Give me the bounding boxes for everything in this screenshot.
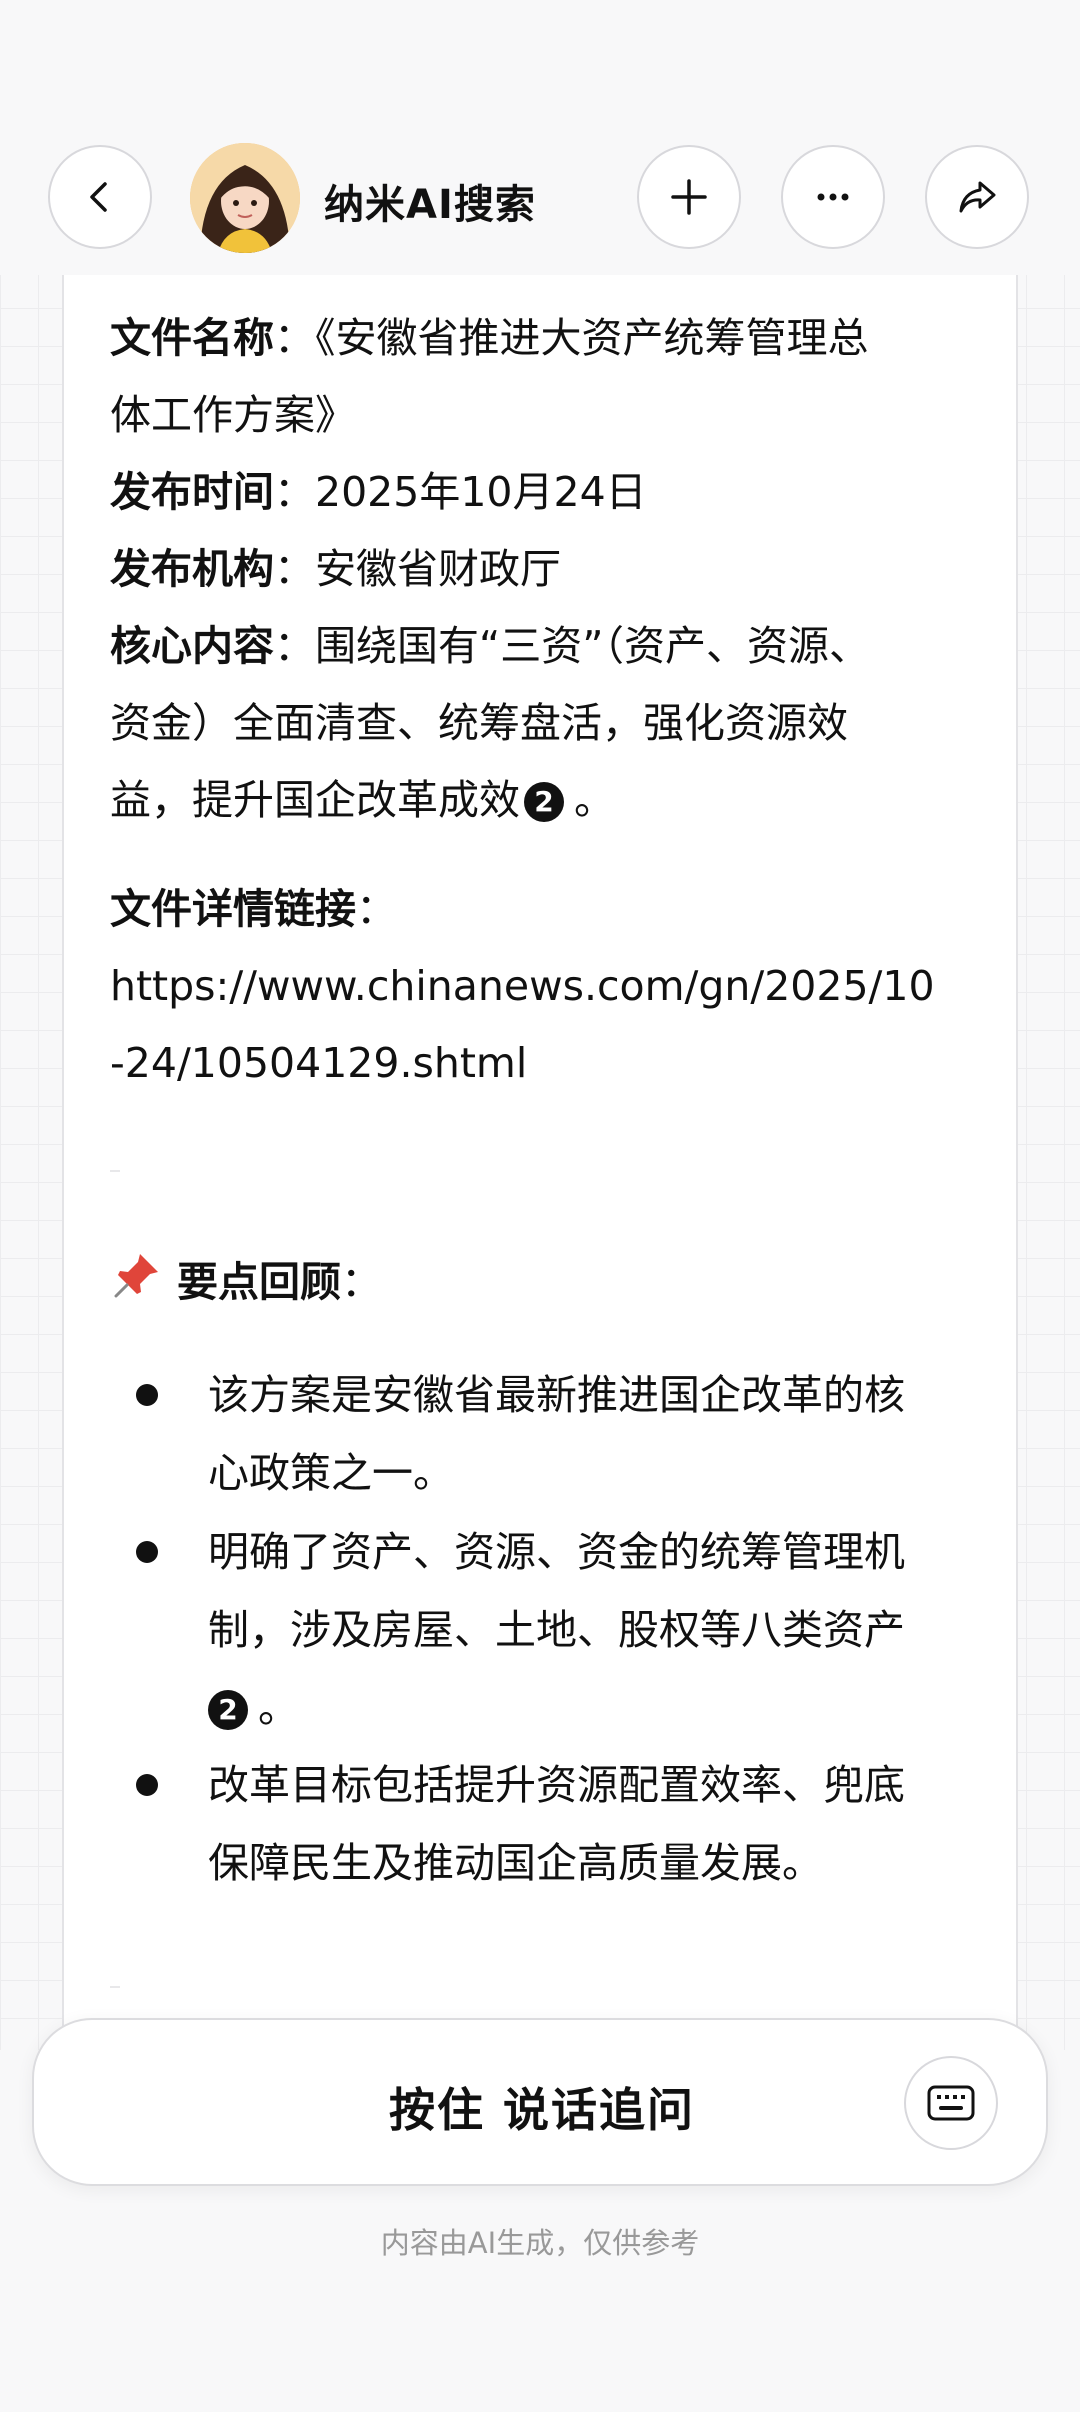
doc-core-value-cont: 资金）全面清查、统筹盘活，强化资源效 <box>110 699 848 747</box>
doc-link-label: 文件详情链接 <box>110 885 356 933</box>
doc-core-value-end: 益，提升国企改革成效 <box>110 776 520 824</box>
keyboard-toggle-button[interactable] <box>904 2056 998 2150</box>
doc-link-url[interactable]: https://www.chinanews.com/gn/2025/10 <box>110 962 935 1010</box>
list-item-text: 明确了资产、资源、资金的统筹管理机 <box>208 1528 905 1576</box>
chevron-left-icon <box>90 182 107 212</box>
summary-colon: ： <box>341 1258 383 1306</box>
avatar-image <box>190 143 300 253</box>
ai-disclaimer: 内容由AI生成，仅供参考 <box>380 2226 700 2260</box>
list-item-text: 该方案是安徽省最新推进国企改革的核 <box>208 1371 905 1419</box>
bullet-dot <box>136 1541 158 1563</box>
share-button[interactable] <box>925 145 1029 249</box>
list-item-period: 。 <box>258 1684 299 1732</box>
more-button[interactable] <box>781 145 885 249</box>
doc-name-label: 文件名称 <box>110 314 274 362</box>
doc-name-value: ：《安徽省推进大资产统筹管理总 <box>274 314 869 362</box>
doc-link-url-cont[interactable]: -24/10504129.shtml <box>110 1039 527 1087</box>
list-item: 明确了资产、资源、资金的统筹管理机 制，涉及房屋、土地、股权等八类资产 2。 <box>136 1513 956 1747</box>
plus-icon <box>671 179 707 215</box>
list-item: 改革目标包括提升资源配置效率、兜底 保障民生及推动国企高质量发展。 <box>136 1746 956 1902</box>
list-item-text: 心政策之一。 <box>208 1449 454 1497</box>
more-dots-icon <box>817 193 849 201</box>
avatar[interactable] <box>190 143 300 253</box>
keyboard-icon <box>927 2085 975 2121</box>
doc-date-label: 发布时间 <box>110 468 274 516</box>
doc-org-label: 发布机构 <box>110 545 274 593</box>
doc-link-colon: ： <box>356 885 397 933</box>
bullet-dot <box>136 1774 158 1796</box>
document-info: 文件名称：《安徽省推进大资产统筹管理总 体工作方案》 发布时间：2025年10月… <box>110 300 980 1102</box>
doc-core-label: 核心内容 <box>110 622 274 670</box>
new-chat-button[interactable] <box>637 145 741 249</box>
citation-badge[interactable]: 2 <box>208 1690 248 1730</box>
divider <box>110 1170 120 1172</box>
divider <box>110 1986 120 1988</box>
doc-name-value-cont: 体工作方案》 <box>110 391 356 439</box>
pushpin-icon <box>110 1248 164 1318</box>
list-item-text: 改革目标包括提升资源配置效率、兜底 <box>208 1761 905 1809</box>
summary-heading: 要点回顾： <box>110 1248 382 1318</box>
top-bar: 纳米AI搜索 <box>0 0 1080 275</box>
list-item: 该方案是安徽省最新推进国企改革的核 心政策之一。 <box>136 1356 956 1512</box>
share-icon <box>959 181 996 213</box>
list-item-text: 制，涉及房屋、土地、股权等八类资产 <box>208 1606 905 1654</box>
answer-card: 文件名称：《安徽省推进大资产统筹管理总 体工作方案》 发布时间：2025年10月… <box>62 270 1018 2050</box>
doc-core-period: 。 <box>574 776 615 824</box>
app-title: 纳米AI搜索 <box>324 182 536 228</box>
bullet-dot <box>136 1384 158 1406</box>
voice-input-bar[interactable]: 按住 说话追问 <box>32 2018 1048 2186</box>
doc-org-value: ：安徽省财政厅 <box>274 545 561 593</box>
list-item-text: 保障民生及推动国企高质量发展。 <box>208 1839 823 1887</box>
doc-core-value: ：围绕国有“三资”（资产、资源、 <box>274 622 870 670</box>
doc-date-value: ：2025年10月24日 <box>274 468 647 516</box>
back-button[interactable] <box>48 145 152 249</box>
citation-badge[interactable]: 2 <box>524 782 564 822</box>
summary-title: 要点回顾 <box>177 1258 342 1306</box>
doc-link[interactable]: https://www.chinanews.com/gn/2025/10 <box>110 948 980 1025</box>
hold-to-talk-button[interactable]: 按住 说话追问 <box>34 2074 1050 2140</box>
